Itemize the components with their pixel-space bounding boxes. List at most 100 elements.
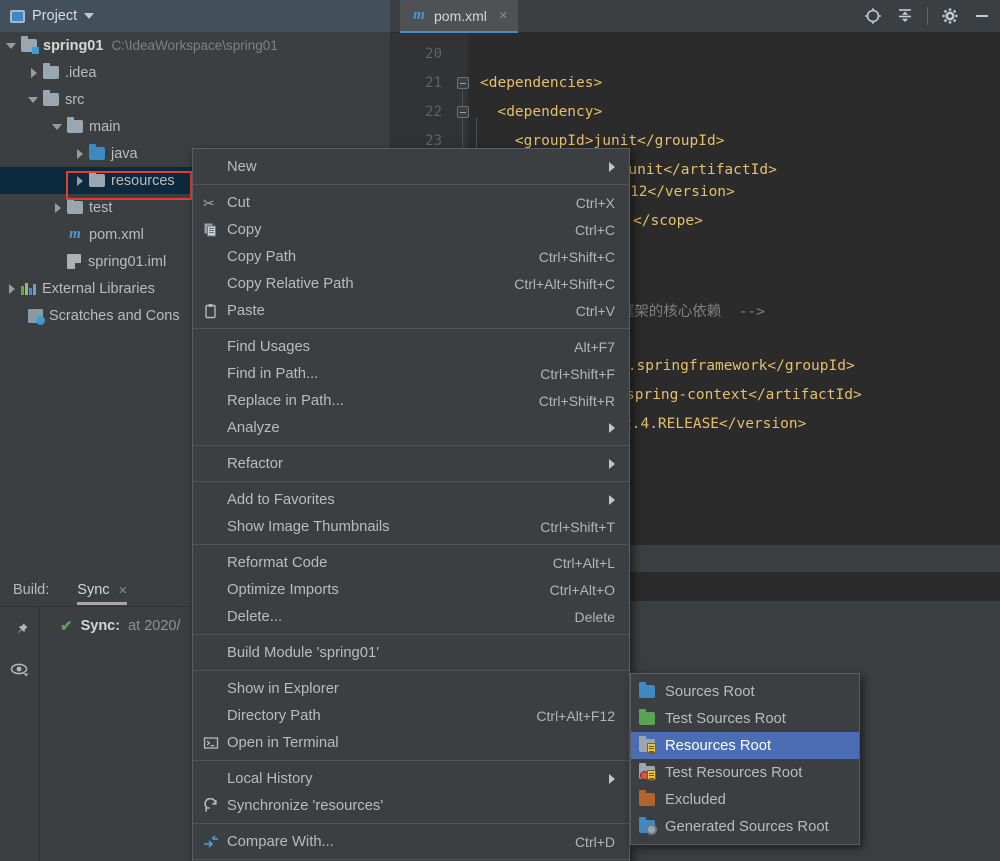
copy-icon: [203, 222, 219, 238]
tree-row-main[interactable]: main: [0, 113, 390, 140]
menu-item-refactor[interactable]: Refactor: [193, 450, 629, 477]
settings-gear-icon[interactable]: [940, 6, 960, 26]
tab-pom-xml[interactable]: m pom.xml ×: [400, 0, 518, 33]
tree-item-label: Scratches and Cons: [49, 307, 180, 324]
fold-toggle-icon[interactable]: [457, 77, 469, 89]
menu-label: Directory Path: [227, 707, 321, 724]
menu-label: Cut: [227, 194, 251, 211]
menu-label: Copy Path: [227, 248, 297, 265]
scratches-icon: [28, 308, 45, 325]
menu-separator: [193, 760, 629, 761]
resources-badge-icon: [647, 770, 656, 781]
menu-label: Replace in Path...: [227, 392, 344, 409]
menu-item-paste[interactable]: Paste Ctrl+V: [193, 297, 629, 324]
chevron-down-icon[interactable]: [52, 121, 64, 133]
maven-m-icon: m: [413, 7, 425, 23]
tree-item-path: C:\IdeaWorkspace\spring01: [111, 38, 278, 53]
eye-icon[interactable]: [0, 645, 39, 684]
menu-label: Add to Favorites: [227, 491, 335, 508]
submenu-label: Sources Root: [665, 683, 755, 700]
collapse-all-icon[interactable]: [895, 6, 915, 26]
menu-item-copy-path[interactable]: Copy Path Ctrl+Shift+C: [193, 243, 629, 270]
menu-item-reformat-code[interactable]: Reformat Code Ctrl+Alt+L: [193, 549, 629, 576]
menu-item-add-to-favorites[interactable]: Add to Favorites: [193, 486, 629, 513]
chevron-right-icon: [609, 161, 615, 172]
submenu-item-test-sources-root[interactable]: Test Sources Root: [631, 705, 859, 732]
menu-item-find-usages[interactable]: Find Usages Alt+F7: [193, 333, 629, 360]
tree-item-label: External Libraries: [42, 280, 155, 297]
menu-item-synchronize[interactable]: Synchronize 'resources': [193, 792, 629, 819]
folder-icon: [67, 117, 83, 133]
tab-sync[interactable]: Sync ×: [77, 574, 128, 607]
chevron-down-icon[interactable]: [84, 13, 95, 19]
menu-item-copy[interactable]: Copy Ctrl+C: [193, 216, 629, 243]
locate-icon[interactable]: [863, 6, 883, 26]
submenu-item-sources-root[interactable]: Sources Root: [631, 678, 859, 705]
code-line: 20: [390, 39, 1000, 68]
menu-shortcut: Ctrl+Alt+F12: [536, 707, 615, 724]
code-fragment: g.springframework</groupId>: [619, 358, 855, 374]
menu-item-delete[interactable]: Delete... Delete: [193, 603, 629, 630]
menu-shortcut: Ctrl+Alt+O: [549, 581, 615, 598]
menu-item-cut[interactable]: ✂ Cut Ctrl+X: [193, 189, 629, 216]
mark-directory-as-submenu[interactable]: Sources Root Test Sources Root Resources…: [630, 673, 860, 845]
menu-label: New: [227, 158, 257, 175]
chevron-right-icon: [609, 494, 615, 505]
close-icon[interactable]: ×: [119, 582, 128, 599]
fold-toggle-icon[interactable]: [457, 106, 469, 118]
menu-item-build-module[interactable]: Build Module 'spring01': [193, 639, 629, 666]
code-fragment: 12</version>: [630, 184, 735, 200]
submenu-item-generated-sources-root[interactable]: Generated Sources Root: [631, 813, 859, 840]
chevron-right-icon[interactable]: [52, 202, 64, 214]
menu-item-local-history[interactable]: Local History: [193, 765, 629, 792]
menu-item-new[interactable]: New: [193, 153, 629, 180]
menu-label: Build Module 'spring01': [227, 644, 380, 661]
menu-item-find-in-path[interactable]: Find in Path... Ctrl+Shift+F: [193, 360, 629, 387]
menu-item-directory-path[interactable]: Directory Path Ctrl+Alt+F12: [193, 702, 629, 729]
submenu-label: Test Sources Root: [665, 710, 786, 727]
code-comment-fragment: g框架的核心依赖 -->: [611, 304, 765, 320]
close-icon[interactable]: ×: [499, 7, 508, 24]
check-icon: ✔: [60, 618, 73, 635]
menu-label: Copy Relative Path: [227, 275, 354, 292]
menu-item-show-image-thumbnails[interactable]: Show Image Thumbnails Ctrl+Shift+T: [193, 513, 629, 540]
menu-separator: [193, 823, 629, 824]
tree-item-label: main: [89, 118, 121, 135]
menu-label: Refactor: [227, 455, 283, 472]
menu-label: Delete...: [227, 608, 283, 625]
menu-shortcut: Ctrl+C: [574, 221, 615, 238]
chevron-right-icon[interactable]: [28, 67, 40, 79]
menu-item-compare-with[interactable]: Compare With... Ctrl+D: [193, 828, 629, 855]
menu-item-analyze[interactable]: Analyze: [193, 414, 629, 441]
line-number: 23: [425, 132, 442, 149]
menu-item-copy-relative-path[interactable]: Copy Relative Path Ctrl+Alt+Shift+C: [193, 270, 629, 297]
chevron-down-icon[interactable]: [6, 40, 18, 52]
code-fragment: 2.4.RELEASE</version>: [623, 416, 807, 432]
project-title-group[interactable]: Project: [10, 4, 95, 28]
line-number: 21: [425, 74, 442, 91]
terminal-icon: [203, 735, 219, 751]
menu-item-replace-in-path[interactable]: Replace in Path... Ctrl+Shift+R: [193, 387, 629, 414]
tree-row-spring01[interactable]: spring01 C:\IdeaWorkspace\spring01: [0, 32, 390, 59]
menu-item-open-in-terminal[interactable]: Open in Terminal: [193, 729, 629, 756]
menu-item-show-in-explorer[interactable]: Show in Explorer: [193, 675, 629, 702]
submenu-item-resources-root[interactable]: Resources Root: [631, 732, 859, 759]
chevron-right-icon[interactable]: [74, 148, 86, 160]
menu-item-optimize-imports[interactable]: Optimize Imports Ctrl+Alt+O: [193, 576, 629, 603]
submenu-label: Generated Sources Root: [665, 818, 829, 835]
tree-row-src[interactable]: src: [0, 86, 390, 113]
pin-icon[interactable]: [0, 607, 39, 645]
submenu-item-excluded[interactable]: Excluded: [631, 786, 859, 813]
chevron-right-icon[interactable]: [74, 175, 86, 187]
tree-row-idea[interactable]: .idea: [0, 59, 390, 86]
context-menu[interactable]: New ✂ Cut Ctrl+X Copy Ctrl+C Copy Path C…: [192, 148, 630, 861]
menu-label: Optimize Imports: [227, 581, 339, 598]
minimize-icon[interactable]: [972, 6, 992, 26]
toolbar-divider: [927, 7, 928, 25]
chevron-right-icon[interactable]: [6, 283, 18, 295]
chevron-down-icon[interactable]: [28, 94, 40, 106]
menu-shortcut: Ctrl+D: [574, 833, 615, 850]
menu-label: Reformat Code: [227, 554, 328, 571]
submenu-item-test-resources-root[interactable]: Test Resources Root: [631, 759, 859, 786]
code-line: 22 <dependency>: [390, 97, 1000, 126]
